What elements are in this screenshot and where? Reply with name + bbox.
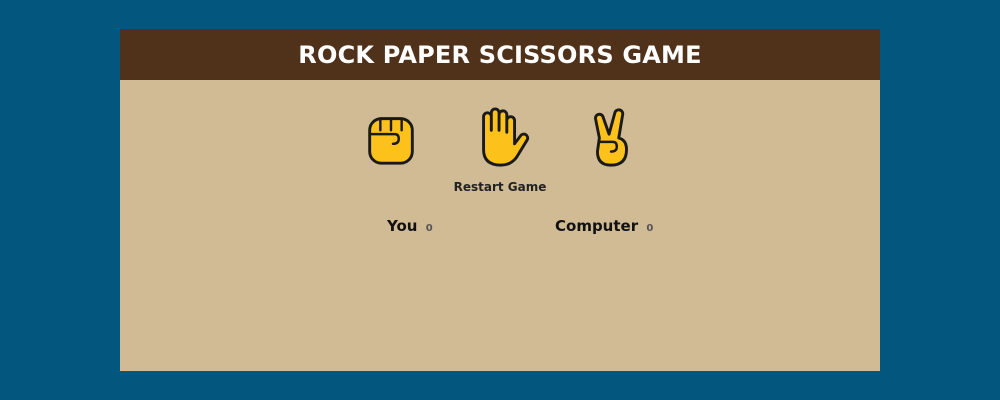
player-score: You 0 xyxy=(387,217,433,235)
header-bar: ROCK PAPER SCISSORS GAME xyxy=(120,29,880,80)
computer-score-value: 0 xyxy=(646,223,654,234)
game-panel: ROCK PAPER SCISSORS GAME Restart Game Yo… xyxy=(120,29,880,371)
victory-hand-icon xyxy=(594,108,628,167)
rock-button[interactable] xyxy=(360,107,422,169)
paper-button[interactable] xyxy=(470,107,532,169)
computer-score-label: Computer xyxy=(555,217,639,235)
computer-score: Computer 0 xyxy=(555,217,653,235)
raised-fist-icon xyxy=(368,117,414,165)
player-score-label: You xyxy=(387,217,418,235)
choice-row xyxy=(120,107,880,169)
player-score-value: 0 xyxy=(425,223,433,234)
scissors-button[interactable] xyxy=(580,107,642,169)
raised-hand-icon xyxy=(482,107,530,167)
game-title: ROCK PAPER SCISSORS GAME xyxy=(298,40,702,69)
restart-button[interactable]: Restart Game xyxy=(120,180,880,194)
